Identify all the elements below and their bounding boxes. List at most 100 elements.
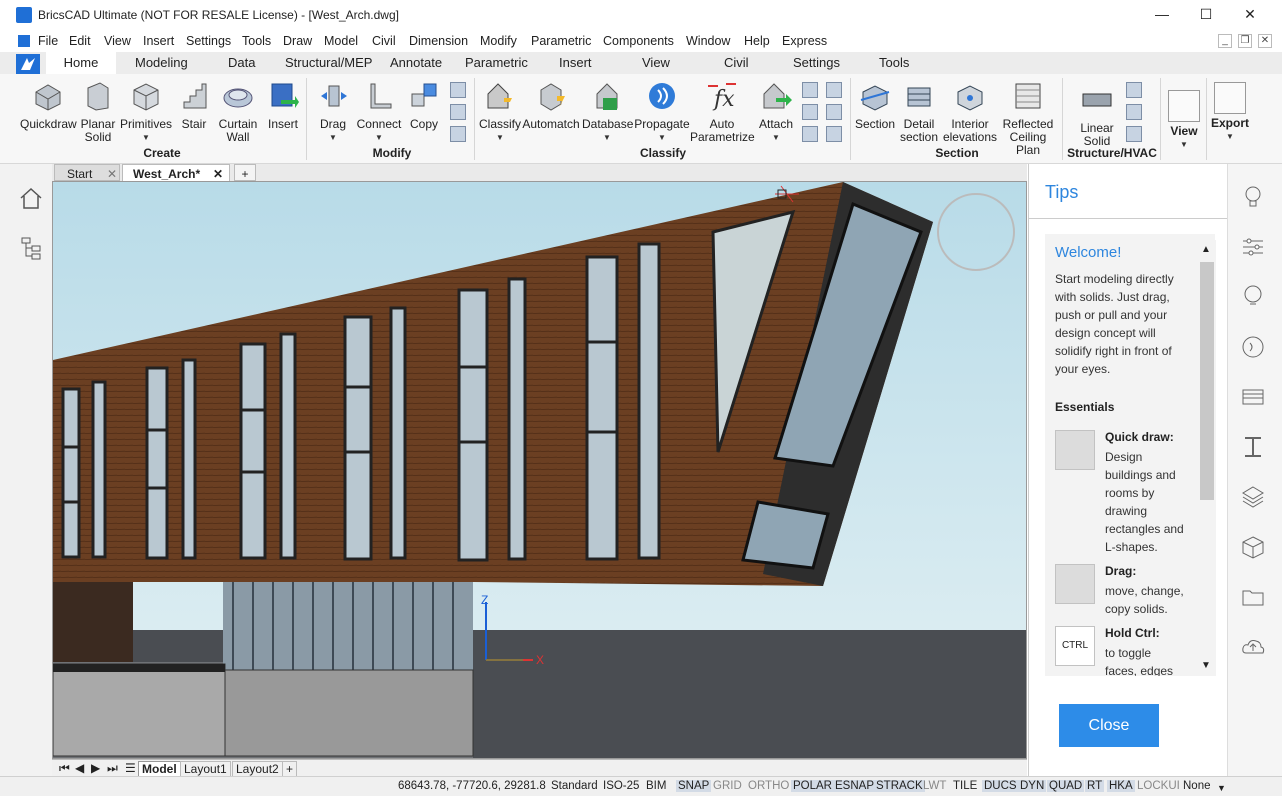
modify-tool-3-icon[interactable]	[450, 126, 466, 142]
home-icon[interactable]	[18, 186, 44, 210]
classify-button[interactable]: Classify ▼	[478, 80, 522, 144]
close-window-button[interactable]: ✕	[1240, 6, 1260, 24]
tab-data[interactable]: Data	[228, 55, 255, 70]
structure-tool-3-icon[interactable]	[1126, 126, 1142, 142]
status-rt[interactable]: RT	[1085, 780, 1105, 792]
drag-button[interactable]: Drag ▼	[314, 80, 352, 144]
menu-insert[interactable]: Insert	[143, 34, 174, 48]
tips-close-button[interactable]: Close	[1059, 704, 1159, 747]
view-panel-button[interactable]: View ▼	[1166, 90, 1202, 151]
menu-civil[interactable]: Civil	[372, 34, 396, 48]
bricscad-logo-icon[interactable]	[16, 54, 40, 74]
layout-tab-layout2[interactable]: Layout2	[232, 761, 283, 777]
first-layout-button[interactable]: ⏮	[56, 761, 73, 776]
balloon-icon[interactable]	[1240, 284, 1266, 310]
status-esnap[interactable]: ESNAP	[833, 780, 876, 792]
primitives-button[interactable]: Primitives ▼	[120, 80, 172, 144]
close-tab-icon[interactable]: ✕	[213, 167, 223, 181]
status-menu-chevron-icon[interactable]: ▼	[1217, 783, 1226, 793]
tab-modeling[interactable]: Modeling	[135, 55, 188, 70]
stair-button[interactable]: Stair	[176, 80, 212, 131]
beam-profile-icon[interactable]	[1240, 434, 1266, 460]
scroll-thumb[interactable]	[1200, 262, 1214, 500]
modify-tool-1-icon[interactable]	[450, 82, 466, 98]
scroll-up-icon[interactable]: ▲	[1201, 244, 1211, 255]
app-menu-icon[interactable]	[18, 35, 30, 47]
tab-annotate[interactable]: Annotate	[390, 55, 442, 70]
propagate-button[interactable]: Propagate ▼	[634, 80, 690, 144]
doc-minimize-button[interactable]: _	[1218, 34, 1232, 48]
tab-structural-mep[interactable]: Structural/MEP	[285, 55, 372, 70]
doc-close-button[interactable]: ✕	[1258, 34, 1272, 48]
status-strack[interactable]: STRACK	[874, 780, 925, 792]
structure-tool-2-icon[interactable]	[1126, 104, 1142, 120]
tips-scrollbar[interactable]: ▲ ▼	[1198, 240, 1216, 676]
menu-settings[interactable]: Settings	[186, 34, 231, 48]
structure-tool-1-icon[interactable]	[1126, 82, 1142, 98]
layout-tab-model[interactable]: Model	[138, 761, 181, 777]
structure-tree-icon[interactable]	[20, 236, 44, 260]
menu-express[interactable]: Express	[782, 34, 827, 48]
scroll-down-icon[interactable]: ▼	[1201, 660, 1211, 671]
classify-tool-6-icon[interactable]	[826, 126, 842, 142]
attach-button[interactable]: Attach ▼	[756, 80, 796, 144]
maximize-button[interactable]: ☐	[1196, 6, 1216, 24]
automatch-button[interactable]: Automatch	[522, 80, 580, 131]
tab-parametric[interactable]: Parametric	[465, 55, 528, 70]
tab-home[interactable]: Home	[46, 52, 116, 74]
classify-tool-1-icon[interactable]	[802, 82, 818, 98]
status-iso25[interactable]: ISO-25	[603, 780, 639, 792]
classify-tool-3-icon[interactable]	[802, 126, 818, 142]
cube-icon[interactable]	[1240, 534, 1266, 560]
tab-insert[interactable]: Insert	[559, 55, 592, 70]
linear-solid-button[interactable]: Linear Solid	[1070, 84, 1124, 148]
detail-section-button[interactable]: Detail section	[898, 80, 940, 144]
quickdraw-button[interactable]: Quickdraw	[20, 80, 77, 131]
close-tab-icon[interactable]: ✕	[107, 167, 117, 181]
curtain-wall-button[interactable]: Curtain Wall	[214, 80, 262, 144]
tab-view[interactable]: View	[642, 55, 670, 70]
database-button[interactable]: Database ▼	[582, 80, 633, 144]
export-panel-button[interactable]: Export ▼	[1210, 82, 1250, 143]
menu-file[interactable]: File	[38, 34, 58, 48]
layout-tab-layout1[interactable]: Layout1	[180, 761, 231, 777]
planar-solid-button[interactable]: Planar Solid	[78, 80, 118, 144]
classify-tool-4-icon[interactable]	[826, 82, 842, 98]
tab-settings[interactable]: Settings	[793, 55, 840, 70]
propagate-panel-icon[interactable]	[1240, 334, 1266, 360]
status-lockui[interactable]: LOCKUI	[1137, 780, 1180, 792]
status-hka[interactable]: HKA	[1107, 780, 1135, 792]
section-button[interactable]: Section	[854, 80, 896, 131]
status-lwt[interactable]: LWT	[923, 780, 946, 792]
status-ducs[interactable]: DUCS	[982, 780, 1019, 792]
last-layout-button[interactable]: ⏭	[104, 761, 121, 776]
status-quad[interactable]: QUAD	[1047, 780, 1085, 792]
menu-edit[interactable]: Edit	[69, 34, 91, 48]
classify-tool-2-icon[interactable]	[802, 104, 818, 120]
menu-dimension[interactable]: Dimension	[409, 34, 468, 48]
layout-list-button[interactable]: ☰	[122, 761, 139, 775]
status-snap[interactable]: SNAP	[676, 780, 712, 792]
hatch-icon[interactable]	[1240, 384, 1266, 410]
doc-restore-button[interactable]: ❐	[1238, 34, 1252, 48]
new-layout-button[interactable]: +	[282, 761, 298, 777]
cloud-upload-icon[interactable]	[1240, 634, 1266, 660]
lightbulb-icon[interactable]	[1240, 184, 1266, 210]
insert-block-button[interactable]: Insert	[264, 80, 302, 131]
tab-tools[interactable]: Tools	[879, 55, 909, 70]
auto-parametrize-button[interactable]: fx Auto Parametrize	[690, 80, 755, 144]
menu-components[interactable]: Components	[603, 34, 674, 48]
doc-tab-start[interactable]: Start ✕	[54, 164, 120, 181]
folder-icon[interactable]	[1240, 584, 1266, 610]
menu-window[interactable]: Window	[686, 34, 730, 48]
status-ortho[interactable]: ORTHO	[748, 780, 789, 792]
doc-tab-west-arch[interactable]: West_Arch* ✕	[122, 164, 230, 181]
modify-tool-2-icon[interactable]	[450, 104, 466, 120]
status-none[interactable]: None	[1183, 780, 1211, 792]
status-bim[interactable]: BIM	[646, 780, 666, 792]
menu-modify[interactable]: Modify	[480, 34, 517, 48]
status-dyn[interactable]: DYN	[1018, 780, 1047, 792]
prev-layout-button[interactable]: ◀	[72, 761, 87, 775]
status-polar[interactable]: POLAR	[791, 780, 834, 792]
status-grid[interactable]: GRID	[713, 780, 742, 792]
